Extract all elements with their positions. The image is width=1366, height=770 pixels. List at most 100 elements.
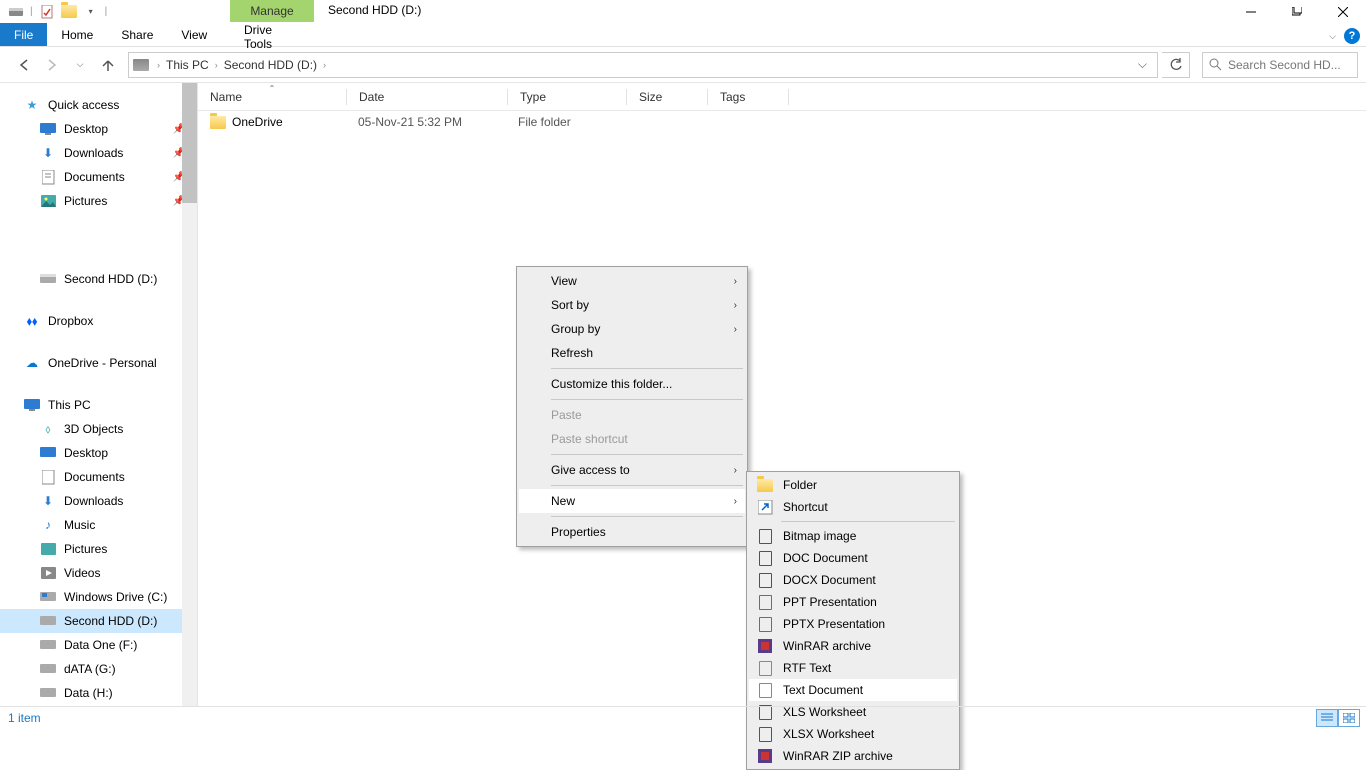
ctx-label: DOC Document xyxy=(783,551,868,565)
help-icon[interactable]: ? xyxy=(1344,28,1360,44)
ctx-separator xyxy=(551,399,743,400)
ctx-new-pptx[interactable]: PPTX Presentation xyxy=(749,613,957,635)
sidebar-label: Quick access xyxy=(48,98,119,112)
col-tags[interactable]: Tags xyxy=(708,90,788,104)
ctx-new-winrar[interactable]: WinRAR archive xyxy=(749,635,957,657)
ctx-properties[interactable]: Properties xyxy=(519,520,745,544)
ctx-new-text[interactable]: Text Document xyxy=(749,679,957,701)
ctx-label: Folder xyxy=(783,478,817,492)
ctx-label: WinRAR ZIP archive xyxy=(783,749,893,763)
sidebar-data-g[interactable]: dATA (G:) xyxy=(0,657,197,681)
ctx-label: WinRAR archive xyxy=(783,639,871,653)
sidebar-second-hdd[interactable]: Second HDD (D:) xyxy=(0,267,197,291)
tab-drive-tools[interactable]: Drive Tools xyxy=(230,23,314,51)
sidebar-scrollbar[interactable] xyxy=(182,83,197,706)
ctx-give-access[interactable]: Give access to› xyxy=(519,458,745,482)
sidebar-documents-2[interactable]: Documents xyxy=(0,465,197,489)
ctx-new[interactable]: New› xyxy=(519,489,745,513)
sidebar-desktop[interactable]: Desktop📌 xyxy=(0,117,197,141)
sidebar-this-pc[interactable]: This PC xyxy=(0,393,197,417)
sidebar-data-one[interactable]: Data One (F:) xyxy=(0,633,197,657)
sidebar-quick-access[interactable]: ★Quick access xyxy=(0,93,197,117)
tab-home[interactable]: Home xyxy=(47,23,107,46)
tab-view[interactable]: View xyxy=(167,23,221,46)
address-bar[interactable]: › This PC › Second HDD (D:) › ⌵ xyxy=(128,52,1158,78)
crumb-this-pc[interactable]: This PC xyxy=(162,58,213,72)
up-button[interactable] xyxy=(96,53,120,77)
ppt-icon xyxy=(757,594,773,610)
ctx-label: PPT Presentation xyxy=(783,595,877,609)
file-row[interactable]: OneDrive 05-Nov-21 5:32 PM File folder xyxy=(198,111,1366,133)
col-size[interactable]: Size xyxy=(627,90,707,104)
tab-share[interactable]: Share xyxy=(107,23,167,46)
properties-qat-icon[interactable] xyxy=(39,4,55,20)
sidebar-windows-drive[interactable]: Windows Drive (C:) xyxy=(0,585,197,609)
ctx-label: XLSX Worksheet xyxy=(783,727,874,741)
sidebar-3d-objects[interactable]: ⬨3D Objects xyxy=(0,417,197,441)
ctx-label: Bitmap image xyxy=(783,529,856,543)
qat-dropdown-icon[interactable]: ▾ xyxy=(83,4,99,20)
view-icons-button[interactable] xyxy=(1338,709,1360,727)
manage-tab[interactable]: Manage xyxy=(230,0,314,22)
sidebar-second-hdd-2[interactable]: Second HDD (D:) xyxy=(0,609,197,633)
search-input[interactable]: Search Second HD... xyxy=(1202,52,1358,78)
maximize-button[interactable] xyxy=(1274,0,1320,23)
ctx-new-doc[interactable]: DOC Document xyxy=(749,547,957,569)
sidebar-onedrive[interactable]: ☁OneDrive - Personal xyxy=(0,351,197,375)
ctx-new-shortcut[interactable]: Shortcut xyxy=(749,496,957,518)
close-button[interactable] xyxy=(1320,0,1366,23)
sidebar-dropbox[interactable]: ⬧⬧Dropbox xyxy=(0,309,197,333)
col-name[interactable]: ⌃Name xyxy=(198,90,346,104)
videos-icon xyxy=(40,565,56,581)
sidebar-music[interactable]: ♪Music xyxy=(0,513,197,537)
ctx-new-folder[interactable]: Folder xyxy=(749,474,957,496)
sidebar-pictures-2[interactable]: Pictures xyxy=(0,537,197,561)
expand-ribbon-icon[interactable]: ⌵ xyxy=(1329,31,1336,42)
sidebar-label: Documents xyxy=(64,170,125,184)
sidebar-downloads[interactable]: ⬇Downloads📌 xyxy=(0,141,197,165)
archive-icon xyxy=(757,748,773,764)
ctx-label: View xyxy=(551,274,577,288)
ctx-new-ppt[interactable]: PPT Presentation xyxy=(749,591,957,613)
rtf-icon xyxy=(757,660,773,676)
col-date[interactable]: Date xyxy=(347,90,507,104)
back-button[interactable] xyxy=(12,53,36,77)
crumb-sep[interactable]: › xyxy=(155,60,162,70)
ctx-new-rtf[interactable]: RTF Text xyxy=(749,657,957,679)
sidebar-data-h[interactable]: Data (H:) xyxy=(0,681,197,705)
minimize-button[interactable] xyxy=(1228,0,1274,23)
recent-dropdown[interactable]: ⌵ xyxy=(68,53,92,77)
ctx-refresh[interactable]: Refresh xyxy=(519,341,745,365)
ctx-customize[interactable]: Customize this folder... xyxy=(519,372,745,396)
sidebar-documents[interactable]: Documents📌 xyxy=(0,165,197,189)
sidebar-videos[interactable]: Videos xyxy=(0,561,197,585)
sidebar-downloads-2[interactable]: ⬇Downloads xyxy=(0,489,197,513)
crumb-sep[interactable]: › xyxy=(321,60,328,70)
view-details-button[interactable] xyxy=(1316,709,1338,727)
ctx-sort-by[interactable]: Sort by› xyxy=(519,293,745,317)
cloud-icon: ☁ xyxy=(24,355,40,371)
crumb-sep[interactable]: › xyxy=(213,60,220,70)
ctx-new-docx[interactable]: DOCX Document xyxy=(749,569,957,591)
crumb-drive[interactable]: Second HDD (D:) xyxy=(220,58,321,72)
ctx-group-by[interactable]: Group by› xyxy=(519,317,745,341)
column-headers: ⌃Name Date Type Size Tags xyxy=(198,83,1366,111)
chevron-right-icon: › xyxy=(734,465,737,476)
drive-icon xyxy=(40,685,56,701)
folder-qat-icon[interactable] xyxy=(61,4,77,20)
doc-icon xyxy=(757,550,773,566)
tab-file[interactable]: File xyxy=(0,23,47,46)
drive-icon xyxy=(8,4,24,20)
ctx-view[interactable]: View› xyxy=(519,269,745,293)
col-type[interactable]: Type xyxy=(508,90,626,104)
address-dropdown-icon[interactable]: ⌵ xyxy=(1132,57,1153,72)
drive-icon xyxy=(40,661,56,677)
ctx-new-winrar-zip[interactable]: WinRAR ZIP archive xyxy=(749,745,957,767)
forward-button[interactable] xyxy=(40,53,64,77)
sidebar-desktop-2[interactable]: Desktop xyxy=(0,441,197,465)
ribbon-tabs: File Home Share View Drive Tools ⌵ ? xyxy=(0,23,1366,47)
ctx-new-bitmap[interactable]: Bitmap image xyxy=(749,525,957,547)
sidebar-pictures[interactable]: Pictures📌 xyxy=(0,189,197,213)
refresh-button[interactable] xyxy=(1162,52,1190,78)
drive-icon xyxy=(133,59,149,71)
